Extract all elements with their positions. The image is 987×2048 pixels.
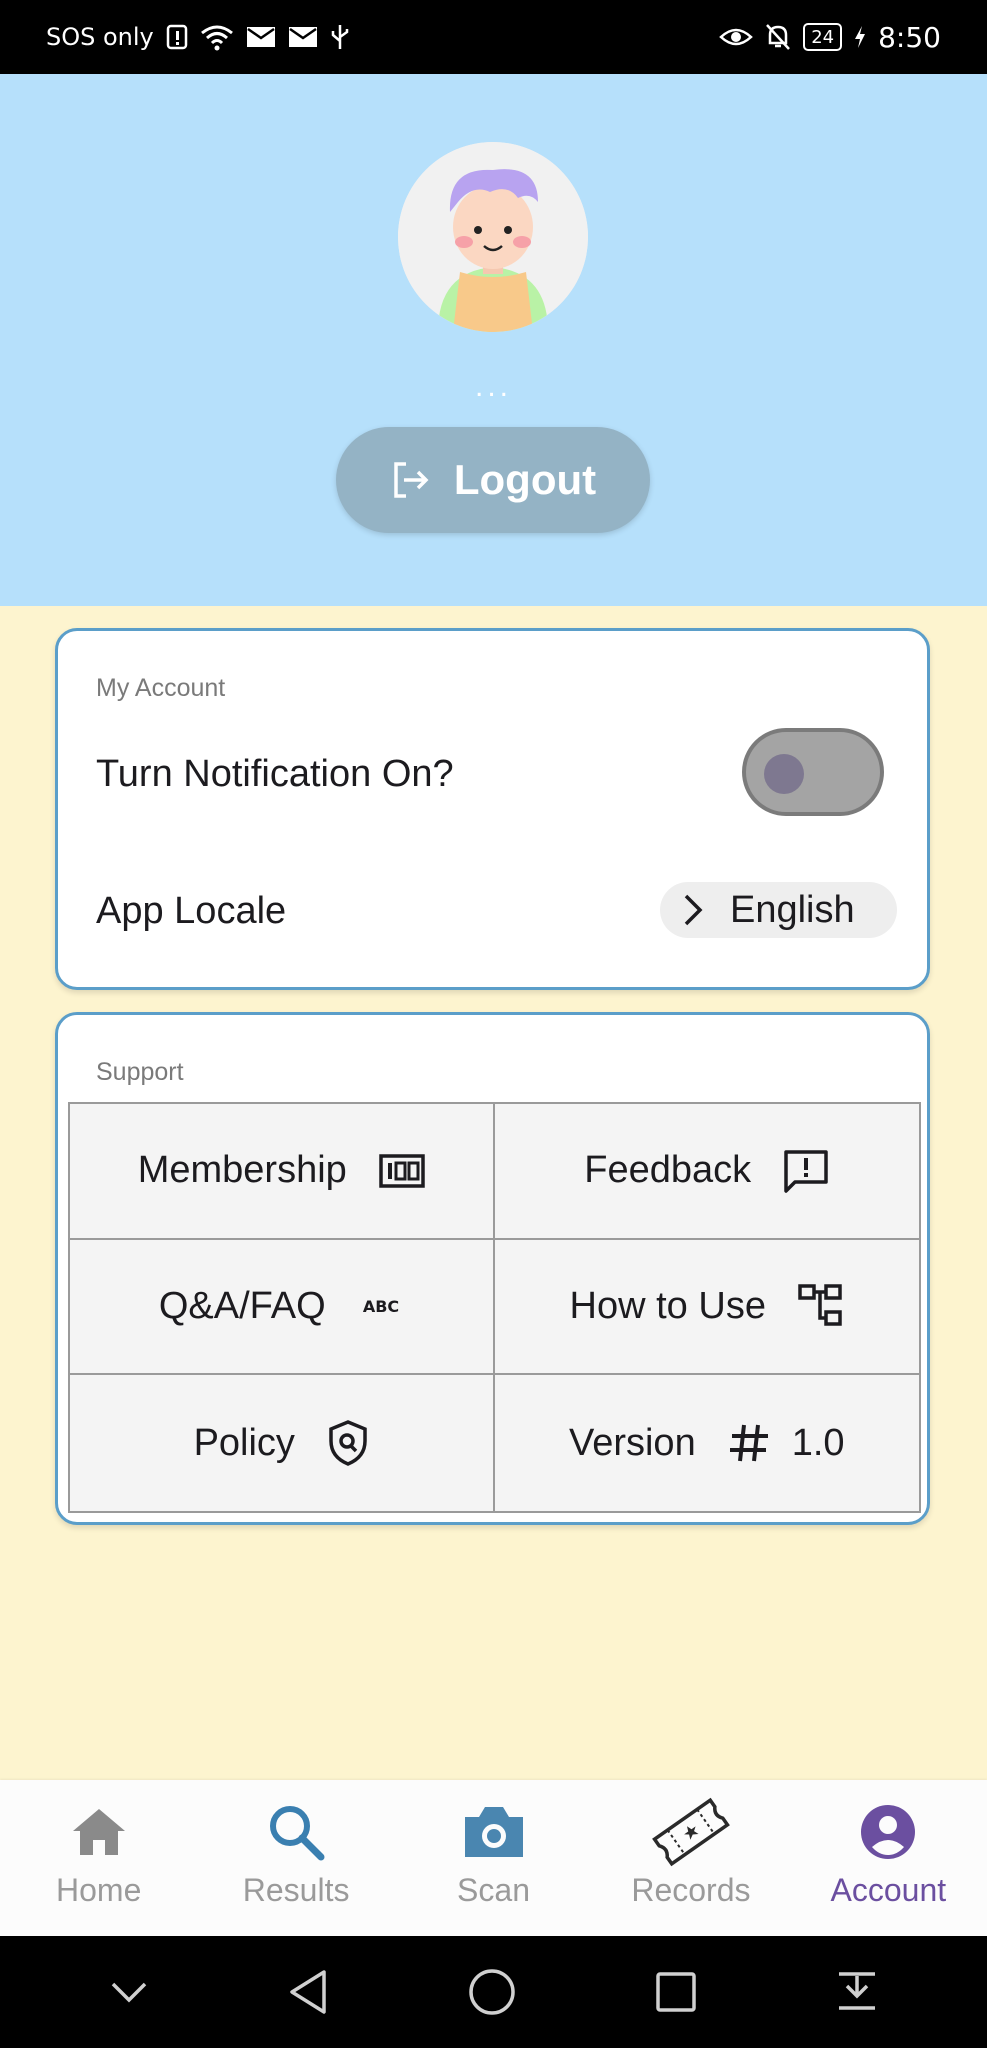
avatar[interactable] [398, 142, 588, 332]
abc-icon: ABC [362, 1297, 398, 1316]
locale-value: English [730, 888, 855, 931]
how-to-use-button[interactable]: How to Use [494, 1240, 919, 1376]
mail-icon-2 [288, 27, 317, 47]
notifications-off-icon [766, 24, 791, 50]
carrier-text: SOS only [46, 23, 154, 51]
version-info[interactable]: Version 1.0 [495, 1375, 920, 1511]
membership-icon [379, 1154, 425, 1188]
feedback-icon [784, 1150, 828, 1193]
nav-results-label: Results [242, 1872, 350, 1908]
home-icon [72, 1809, 125, 1855]
nav-records[interactable]: Records [592, 1780, 789, 1936]
locale-selector[interactable]: English [660, 882, 897, 938]
nav-home-label: Home [56, 1872, 142, 1908]
nav-scan-label: Scan [457, 1872, 530, 1908]
logout-label: Logout [453, 456, 597, 503]
toggle-knob [764, 754, 804, 794]
sim-alert-icon [166, 24, 188, 50]
bottom-navigation: Home Results Scan Records Account [0, 1780, 987, 1936]
recents-icon[interactable] [654, 1970, 698, 2014]
notification-pulldown-icon[interactable] [835, 1970, 879, 2014]
support-grid: Membership Feedback Q&A/FAQ ABC How to U… [68, 1102, 921, 1513]
notification-label: Turn Notification On? [96, 753, 454, 795]
support-title: Support [96, 1058, 184, 1086]
clock: 8:50 [878, 20, 941, 54]
account-tree-icon [798, 1284, 842, 1327]
my-account-card: My Account Turn Notification On? App Loc… [55, 628, 930, 990]
membership-button[interactable]: Membership [70, 1104, 495, 1240]
nav-account-label: Account [830, 1872, 947, 1908]
chevron-right-icon [684, 894, 703, 926]
version-label: Version [568, 1421, 696, 1464]
logout-button[interactable]: Logout [336, 427, 650, 533]
status-right: 24 8:50 [719, 21, 941, 54]
policy-label: Policy [193, 1421, 295, 1464]
status-left: SOS only [46, 23, 350, 51]
feedback-label: Feedback [584, 1149, 752, 1192]
nav-home[interactable]: Home [0, 1780, 197, 1936]
feedback-button[interactable]: Feedback [494, 1104, 919, 1240]
eye-icon [719, 28, 754, 46]
faq-button[interactable]: Q&A/FAQ ABC [70, 1239, 495, 1376]
account-circle-icon [861, 1805, 916, 1859]
camera-icon [464, 1807, 523, 1857]
policy-button[interactable]: Policy [70, 1375, 495, 1511]
ticket-icon [652, 1797, 730, 1867]
wifi-icon [200, 25, 233, 51]
svg-text:ABC: ABC [362, 1297, 398, 1316]
faq-label: Q&A/FAQ [158, 1284, 326, 1327]
hash-icon [729, 1424, 768, 1462]
usb-icon [331, 25, 349, 49]
user-name: ... [474, 370, 512, 403]
search-icon [270, 1806, 325, 1861]
version-value: 1.0 [791, 1421, 845, 1464]
avatar-illustration [398, 142, 588, 332]
how-to-use-label: How to Use [569, 1284, 766, 1327]
support-card: Support Membership Feedback Q&A/FAQ ABC … [55, 1012, 930, 1525]
nav-results[interactable]: Results [197, 1780, 394, 1936]
notification-toggle[interactable] [742, 728, 884, 816]
system-navigation-bar [0, 1936, 987, 2048]
logout-icon [394, 462, 429, 498]
battery-indicator: 24 [803, 23, 843, 51]
back-icon[interactable] [286, 1968, 330, 2016]
charging-icon [855, 26, 866, 48]
my-account-title: My Account [96, 674, 226, 702]
mail-icon [246, 27, 275, 47]
nav-account[interactable]: Account [790, 1780, 987, 1936]
locale-label: App Locale [96, 890, 287, 932]
home-circle-icon[interactable] [467, 1967, 517, 2017]
nav-scan[interactable]: Scan [395, 1780, 592, 1936]
nav-records-label: Records [631, 1872, 751, 1908]
chevron-down-icon[interactable] [109, 1980, 149, 2004]
policy-shield-icon [329, 1420, 367, 1467]
status-bar: SOS only 24 8:50 [0, 0, 987, 74]
membership-label: Membership [137, 1149, 347, 1192]
